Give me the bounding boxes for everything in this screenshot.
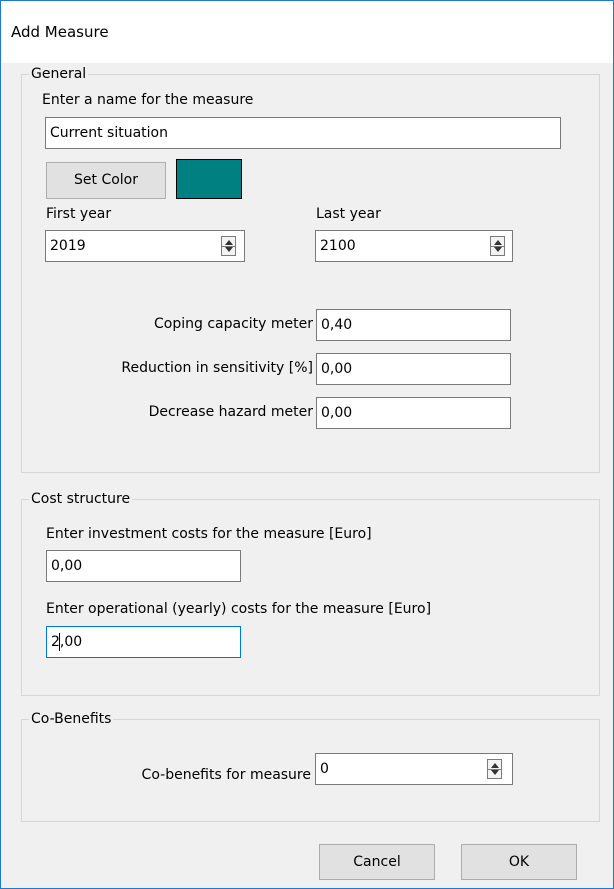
set-color-button[interactable]: Set Color — [46, 162, 166, 199]
operational-costs-input[interactable]: 2,00 — [46, 626, 241, 658]
first-year-input[interactable]: 2019 — [45, 230, 245, 262]
spin-down-icon — [494, 247, 502, 252]
spin-down-icon — [491, 770, 499, 775]
color-swatch[interactable] — [176, 159, 242, 199]
text-caret — [59, 633, 60, 651]
reduction-sensitivity-input[interactable]: 0,00 — [316, 353, 511, 385]
last-year-label: Last year — [316, 206, 381, 222]
co-benefits-spinner[interactable] — [487, 759, 502, 779]
co-benefits-legend: Co-Benefits — [29, 711, 114, 727]
coping-capacity-input[interactable]: 0,40 — [316, 309, 511, 341]
cancel-button[interactable]: Cancel — [319, 844, 435, 880]
window-title: Add Measure — [11, 23, 109, 41]
last-year-input[interactable]: 2100 — [315, 230, 513, 262]
decrease-hazard-input[interactable]: 0,00 — [316, 397, 511, 429]
coping-capacity-label: Coping capacity meter — [154, 316, 313, 332]
title-bar: Add Measure — [1, 1, 613, 63]
co-benefits-label: Co-benefits for measure — [141, 767, 311, 783]
name-label: Enter a name for the measure — [42, 92, 254, 108]
co-benefits-input[interactable]: 0 — [315, 753, 513, 785]
first-year-label: First year — [46, 206, 112, 222]
spin-up-icon — [494, 240, 502, 245]
spin-up-icon — [225, 240, 233, 245]
reduction-sensitivity-label: Reduction in sensitivity [%] — [121, 360, 313, 376]
ok-button[interactable]: OK — [461, 844, 577, 880]
spin-down-icon — [225, 247, 233, 252]
investment-label: Enter investment costs for the measure [… — [46, 526, 372, 542]
decrease-hazard-label: Decrease hazard meter — [148, 404, 313, 420]
first-year-spinner[interactable] — [221, 236, 236, 256]
cost-structure-legend: Cost structure — [29, 491, 133, 507]
measure-name-input[interactable]: Current situation — [45, 117, 561, 149]
add-measure-dialog: Add Measure General Enter a name for the… — [0, 0, 614, 889]
last-year-spinner[interactable] — [490, 236, 505, 256]
general-legend: General — [29, 66, 89, 82]
operational-label: Enter operational (yearly) costs for the… — [46, 601, 432, 617]
investment-costs-input[interactable]: 0,00 — [46, 550, 241, 582]
spin-up-icon — [491, 763, 499, 768]
